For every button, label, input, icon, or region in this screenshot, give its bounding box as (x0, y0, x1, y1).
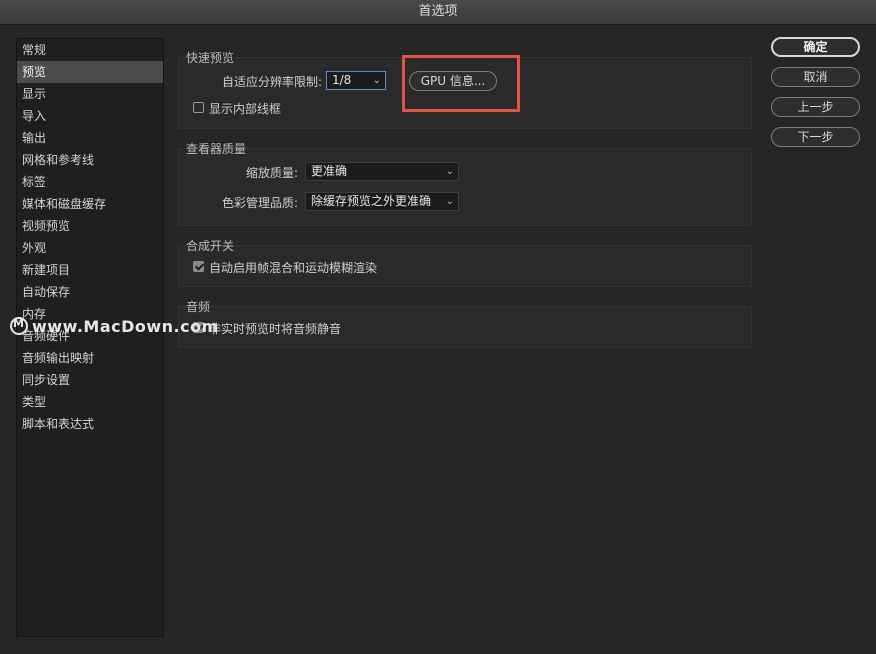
window-title-bar: 首选项 (0, 0, 876, 25)
next-button[interactable]: 下一步 (771, 127, 860, 147)
color-quality-value: 除缓存预览之外更准确 (311, 194, 432, 208)
watermark: www.MacDown.com (10, 317, 219, 336)
sidebar-item-general[interactable]: 常规 (17, 39, 163, 61)
ok-button[interactable]: 确定 (771, 37, 860, 57)
sidebar-item-media-cache[interactable]: 媒体和磁盘缓存 (17, 193, 163, 215)
sidebar-item-type[interactable]: 类型 (17, 391, 163, 413)
chevron-down-icon: ⌄ (445, 166, 454, 177)
mute-audio-label: 非实时预览时将音频静音 (209, 322, 342, 336)
fast-preview-title: 快速预览 (186, 51, 235, 65)
auto-blend-checkbox[interactable] (193, 261, 204, 272)
sidebar-item-grids-guides[interactable]: 网格和参考线 (17, 149, 163, 171)
resolution-limit-value: 1/8 (332, 73, 352, 87)
color-quality-label: 色彩管理品质: (222, 196, 299, 210)
zoom-quality-value: 更准确 (311, 164, 348, 178)
previous-button[interactable]: 上一步 (771, 97, 860, 117)
auto-blend-label: 自动启用帧混合和运动模糊渲染 (209, 261, 378, 275)
sidebar-item-audio-output-mapping[interactable]: 音频输出映射 (17, 347, 163, 369)
compositing-title: 合成开关 (186, 239, 235, 253)
sidebar-item-appearance[interactable]: 外观 (17, 237, 163, 259)
preferences-sidebar: 常规 预览 显示 导入 输出 网格和参考线 标签 媒体和磁盘缓存 视频预览 外观… (16, 38, 164, 637)
highlight-annotation (402, 55, 520, 112)
cancel-button[interactable]: 取消 (771, 67, 860, 87)
resolution-limit-dropdown[interactable]: 1/8 ⌄ (326, 71, 386, 90)
chevron-down-icon: ⌄ (445, 196, 454, 207)
sidebar-item-video-preview[interactable]: 视频预览 (17, 215, 163, 237)
chevron-down-icon: ⌄ (372, 75, 381, 86)
sidebar-item-scripting[interactable]: 脚本和表达式 (17, 413, 163, 435)
show-wireframe-checkbox[interactable] (193, 102, 204, 113)
window-title: 首选项 (418, 4, 458, 19)
color-quality-dropdown[interactable]: 除缓存预览之外更准确 ⌄ (305, 192, 459, 211)
sidebar-item-sync-settings[interactable]: 同步设置 (17, 369, 163, 391)
resolution-limit-label: 自适应分辨率限制: (222, 75, 323, 89)
watermark-text: www.MacDown.com (32, 317, 219, 336)
sidebar-item-new-project[interactable]: 新建项目 (17, 259, 163, 281)
show-wireframe-label: 显示内部线框 (209, 102, 282, 116)
zoom-quality-dropdown[interactable]: 更准确 ⌄ (305, 162, 459, 181)
sidebar-item-import[interactable]: 导入 (17, 105, 163, 127)
audio-title: 音频 (186, 300, 211, 314)
viewer-quality-title: 查看器质量 (186, 142, 247, 156)
sidebar-item-auto-save[interactable]: 自动保存 (17, 281, 163, 303)
sidebar-item-labels[interactable]: 标签 (17, 171, 163, 193)
zoom-quality-label: 缩放质量: (246, 166, 299, 180)
sidebar-item-preview[interactable]: 预览 (17, 61, 163, 83)
sidebar-item-display[interactable]: 显示 (17, 83, 163, 105)
viewer-quality-group (178, 148, 752, 226)
macdown-logo-icon (10, 317, 28, 335)
sidebar-item-output[interactable]: 输出 (17, 127, 163, 149)
